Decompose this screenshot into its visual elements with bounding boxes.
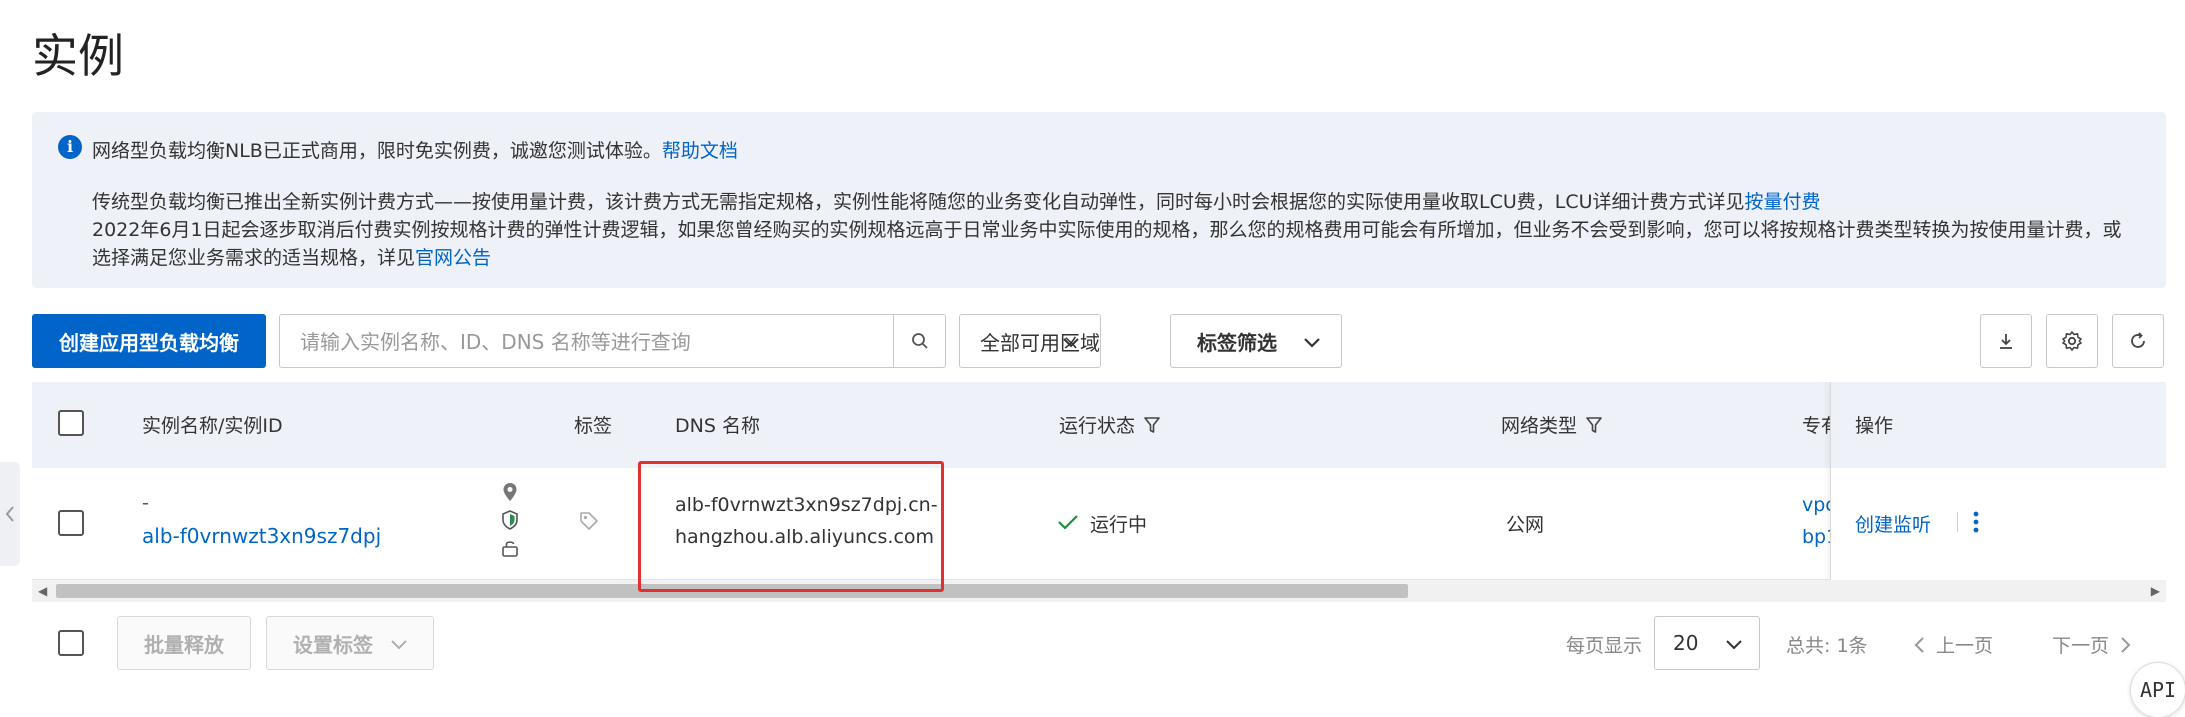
notice-paragraph: 传统型负载均衡已推出全新实例计费方式——按使用量计费，该计费方式无需指定规格，实…	[92, 188, 2132, 272]
col-dns: DNS 名称	[675, 415, 760, 437]
notice-para1-text: 传统型负载均衡已推出全新实例计费方式——按使用量计费，该计费方式无需指定规格，实…	[92, 191, 1745, 213]
page-size-select[interactable]: 20	[1654, 616, 1760, 670]
filter-icon[interactable]	[1585, 415, 1603, 435]
notice-line1-text: 网络型负载均衡NLB已正式商用，限时免实例费，诚邀您测试体验。	[92, 140, 662, 162]
page-title: 实例	[32, 29, 124, 83]
tag-filter-label: 标签筛选	[1197, 330, 1277, 355]
instances-table: 实例名称/实例ID 标签 DNS 名称 运行状态 网络类型 专有 - alb-f…	[32, 382, 2166, 602]
instance-name: -	[142, 492, 149, 514]
operations-column: 操作 创建监听	[1830, 382, 2166, 580]
settings-button[interactable]	[2046, 314, 2098, 368]
instance-id-link[interactable]: alb-f0vrnwzt3xn9sz7dpj	[142, 524, 381, 548]
page-size-label: 每页显示	[1566, 635, 1643, 657]
col-tags: 标签	[574, 415, 613, 437]
dns-highlight-box	[638, 461, 944, 592]
refresh-icon	[2131, 332, 2145, 348]
next-page-button[interactable]: 下一页	[2052, 631, 2133, 658]
chevron-right-icon	[2121, 636, 2131, 653]
official-announcement-link[interactable]: 官网公告	[415, 247, 491, 269]
page-size-value: 20	[1673, 631, 1699, 655]
info-icon: i	[58, 135, 82, 159]
sidebar-expand-tab[interactable]	[0, 462, 20, 566]
api-badge-button[interactable]: API	[2130, 662, 2185, 717]
network-type: 公网	[1506, 514, 1545, 536]
search-icon	[911, 333, 928, 349]
location-pin-icon	[503, 483, 517, 501]
col-ops: 操作	[1855, 415, 1894, 437]
scroll-left-icon[interactable]: ◀	[38, 584, 47, 598]
col-network: 网络类型	[1501, 411, 1603, 438]
chevron-down-icon	[1726, 640, 1742, 650]
download-icon	[2000, 334, 2012, 349]
col-status-label: 运行状态	[1059, 415, 1136, 437]
prev-page-button[interactable]: 上一页	[1912, 631, 1993, 658]
table-footer: 批量释放 设置标签 每页显示 20 总共: 1条 上一页 下一页	[32, 616, 2166, 670]
gear-icon	[2062, 331, 2082, 351]
filter-icon[interactable]	[1143, 415, 1161, 435]
lock-icon	[502, 541, 518, 557]
scroll-right-icon[interactable]: ▶	[2151, 584, 2160, 598]
row-checkbox[interactable]	[58, 510, 84, 536]
toolbar: 创建应用型负载均衡 全部可用区域 标签筛选	[32, 314, 2166, 368]
search-input[interactable]	[300, 329, 860, 355]
zone-select-label: 全部可用区域	[980, 330, 1100, 355]
pay-as-you-go-link[interactable]: 按量付费	[1745, 191, 1821, 213]
more-options-icon[interactable]	[1971, 510, 1981, 534]
check-icon	[1058, 515, 1078, 530]
action-divider	[1957, 512, 1958, 532]
col-network-label: 网络类型	[1501, 415, 1578, 437]
set-tags-button[interactable]: 设置标签	[266, 616, 434, 670]
footer-select-all-checkbox[interactable]	[58, 630, 84, 656]
operations-header: 操作	[1831, 382, 2166, 468]
notice-para2-text: 2022年6月1日起会逐步取消后付费实例按规格计费的弹性计费逻辑，如果您曾经购买…	[92, 219, 2122, 269]
col-name: 实例名称/实例ID	[142, 415, 283, 437]
chevron-left-icon	[1914, 636, 1924, 653]
download-button[interactable]	[1980, 314, 2032, 368]
status-text: 运行中	[1090, 514, 1148, 536]
set-tags-label: 设置标签	[293, 632, 373, 657]
batch-release-button[interactable]: 批量释放	[117, 616, 251, 670]
horizontal-scrollbar[interactable]: ◀ ▶	[32, 580, 2166, 602]
shield-icon	[502, 510, 518, 530]
search-box	[279, 314, 946, 368]
chevron-down-icon	[1063, 338, 1079, 348]
tag-icon[interactable]	[578, 510, 600, 532]
prev-page-label: 上一页	[1936, 635, 1994, 657]
zone-select[interactable]: 全部可用区域	[959, 314, 1101, 368]
chevron-down-icon	[1304, 338, 1320, 348]
next-page-label: 下一页	[2052, 635, 2110, 657]
chevron-down-icon	[391, 640, 407, 650]
chevron-left-icon	[5, 506, 14, 522]
total-count: 总共: 1条	[1786, 635, 1868, 657]
help-doc-link[interactable]: 帮助文档	[662, 140, 738, 162]
search-button[interactable]	[893, 315, 945, 367]
notice-banner: i 网络型负载均衡NLB已正式商用，限时免实例费，诚邀您测试体验。帮助文档 传统…	[32, 112, 2166, 288]
create-listener-link[interactable]: 创建监听	[1855, 510, 1931, 537]
refresh-button[interactable]	[2112, 314, 2164, 368]
create-alb-button[interactable]: 创建应用型负载均衡	[32, 314, 266, 368]
tag-filter-select[interactable]: 标签筛选	[1170, 314, 1342, 368]
select-all-checkbox[interactable]	[58, 410, 84, 436]
operations-cell: 创建监听	[1831, 468, 2166, 580]
notice-line1: 网络型负载均衡NLB已正式商用，限时免实例费，诚邀您测试体验。帮助文档	[92, 136, 738, 163]
col-status: 运行状态	[1059, 411, 1161, 438]
